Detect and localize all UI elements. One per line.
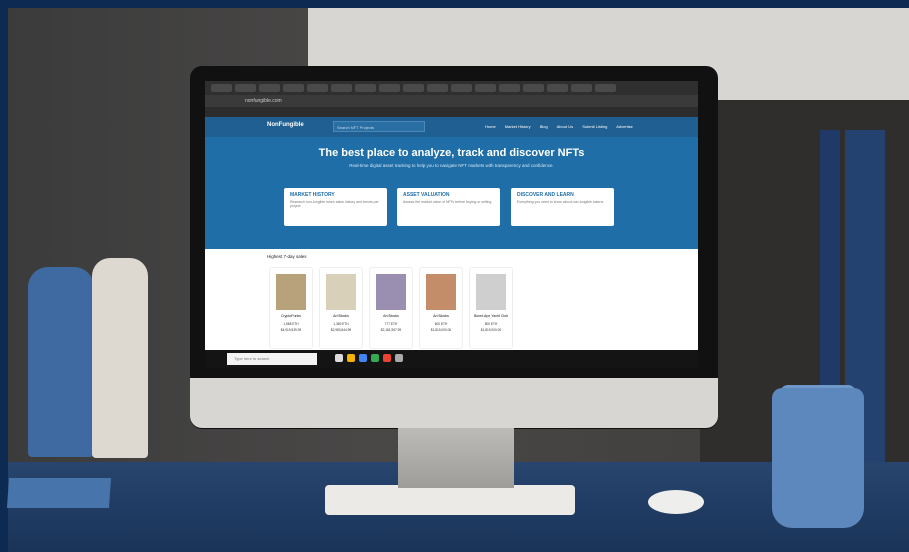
hero-title: The best place to analyze, track and dis… [318,147,585,159]
site-search-input[interactable]: Search NFT Projects [333,121,425,132]
browser-tab[interactable] [403,84,424,92]
nft-value-1: 1,568 ETH [283,322,299,326]
card-discover-learn[interactable]: DISCOVER AND LEARN Everything you need t… [511,188,614,226]
browser-tab[interactable] [595,84,616,92]
card-title: DISCOVER AND LEARN [517,192,574,198]
card-text: Research non-fungible token sales histor… [290,200,379,208]
browser-tab[interactable] [283,84,304,92]
nft-image [376,274,406,310]
card-market-history[interactable]: MARKET HISTORY Research non-fungible tok… [284,188,387,226]
menu-home[interactable]: Home [485,124,496,129]
screen: nonfungible.com NonFungible Search NFT P… [205,81,698,368]
menu-advertise[interactable]: Advertise [616,124,633,129]
cup [772,388,864,528]
hero-subtitle: Real-time digital asset tracking to help… [349,163,554,168]
book [6,478,112,508]
taskbar-icon[interactable] [359,354,367,362]
card-text: Assess the market value of NFTs before b… [403,200,492,204]
card-title: MARKET HISTORY [290,192,335,198]
blue-vase [28,267,94,457]
nft-card[interactable]: Bored Ape Yacht Club 800 ETH $1,819,000.… [469,267,513,349]
site-navbar: NonFungible Search NFT Projects Home Mar… [205,117,698,137]
nft-name: Art Blocks [433,314,449,318]
nft-card[interactable]: Art Blocks 777 ETH $2,181,957.99 [369,267,413,349]
bookmarks-bar [205,107,698,117]
card-asset-valuation[interactable]: ASSET VALUATION Assess the market value … [397,188,500,226]
nft-card[interactable]: CryptoPunks 1,568 ETH $4,919,539.39 [269,267,313,349]
monitor-chin [190,378,718,428]
nft-image [426,274,456,310]
top-border [0,0,909,8]
taskbar-icon[interactable] [335,354,343,362]
browser-tab[interactable] [235,84,256,92]
left-border [0,0,8,552]
card-title: ASSET VALUATION [403,192,450,198]
browser-tab[interactable] [475,84,496,92]
section-title: Highest 7-day sales [267,254,307,259]
card-text: Everything you need to know about non-fu… [517,200,604,204]
browser-tab[interactable] [571,84,592,92]
nft-card[interactable]: Art Blocks 1,369 ETH $2,983,644.99 [319,267,363,349]
monitor-stand [398,428,514,488]
taskbar-icon[interactable] [395,354,403,362]
site-menu: Home Market History Blog About Us Submit… [485,124,641,129]
taskbar: Type here to search [205,350,698,368]
nft-card[interactable]: Art Blocks 600 ETH $1,819,000.00 [419,267,463,349]
keyboard[interactable] [325,485,575,515]
nft-value-2: $1,819,000.00 [430,328,452,332]
nft-image [476,274,506,310]
nft-name: Bored Ape Yacht Club [473,314,509,318]
taskbar-icon[interactable] [371,354,379,362]
browser-tab[interactable] [523,84,544,92]
nft-value-2: $1,819,000.00 [480,328,502,332]
desk-scene: nonfungible.com NonFungible Search NFT P… [0,0,909,552]
browser-tab[interactable] [211,84,232,92]
browser-tab[interactable] [547,84,568,92]
hero-section: The best place to analyze, track and dis… [205,137,698,249]
browser-tab[interactable] [259,84,280,92]
browser-tab[interactable] [355,84,376,92]
menu-blog[interactable]: Blog [540,124,548,129]
nft-value-2: $4,919,539.39 [280,328,302,332]
nft-image [276,274,306,310]
nft-name: Art Blocks [383,314,399,318]
nft-name: CryptoPunks [280,314,302,318]
nft-value-1: 800 ETH [484,322,498,326]
site-logo[interactable]: NonFungible [267,122,304,128]
nft-value-1: 600 ETH [434,322,448,326]
taskbar-icon[interactable] [383,354,391,362]
nft-value-1: 1,369 ETH [333,322,349,326]
browser-tab[interactable] [331,84,352,92]
address-bar[interactable]: nonfungible.com [205,95,698,107]
menu-submit-listing[interactable]: Submit Listing [582,124,607,129]
sales-section: Highest 7-day sales CryptoPunks 1,568 ET… [205,249,698,350]
nft-value-2: $2,983,644.99 [330,328,352,332]
nft-name: Art Blocks [333,314,349,318]
browser-tab[interactable] [307,84,328,92]
browser-tab[interactable] [379,84,400,92]
menu-market-history[interactable]: Market History [505,124,531,129]
address-text: nonfungible.com [245,98,282,104]
taskbar-search[interactable]: Type here to search [227,353,317,365]
mouse[interactable] [648,490,704,514]
browser-tab[interactable] [451,84,472,92]
nft-image [326,274,356,310]
white-vase [92,258,148,458]
nft-value-1: 777 ETH [384,322,398,326]
browser-tab[interactable] [427,84,448,92]
nft-value-2: $2,181,957.99 [380,328,402,332]
taskbar-icon[interactable] [347,354,355,362]
menu-about[interactable]: About Us [557,124,573,129]
browser-tab[interactable] [499,84,520,92]
browser-tab-bar [205,81,698,95]
